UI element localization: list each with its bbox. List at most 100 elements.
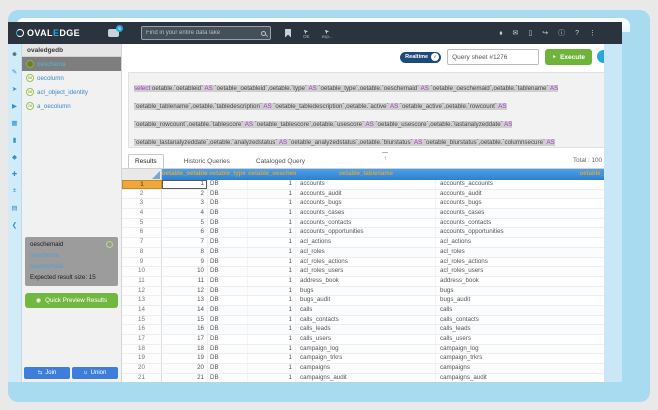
row-number[interactable]: 21 [122, 374, 162, 382]
splitter-control[interactable]: —↑ [382, 150, 388, 162]
table-row[interactable]: 1414DB1callscalls [122, 306, 622, 316]
cell[interactable]: bugs [436, 287, 622, 296]
query-sheet-name-input[interactable] [447, 49, 539, 65]
cell[interactable]: calls_contacts [296, 316, 436, 325]
cell[interactable]: DB [208, 238, 248, 247]
cell[interactable]: 12 [162, 287, 208, 296]
cell[interactable]: campaign_trkrs [296, 354, 436, 363]
join-button[interactable]: ⇆ Join [24, 367, 70, 379]
cell[interactable]: acl_roles [436, 248, 622, 257]
table-row[interactable]: 77DB1acl_actionsacl_actions [122, 238, 622, 248]
plus-icon[interactable]: ✚ [8, 165, 21, 182]
cell[interactable]: DB [208, 277, 248, 286]
table-row[interactable]: 2121DB1campaigns_auditcampaigns_audit [122, 374, 622, 382]
cell[interactable]: DB [208, 345, 248, 354]
bookmark-icon[interactable] [285, 29, 291, 38]
cell[interactable]: acl_actions [436, 238, 622, 247]
row-number[interactable]: 5 [122, 219, 162, 228]
column-header-oetable_oetableid[interactable]: oetable_oetableid [162, 169, 208, 180]
row-number[interactable]: 9 [122, 258, 162, 267]
cell[interactable]: calls_leads [296, 325, 436, 334]
cell[interactable]: calls_users [296, 335, 436, 344]
cell[interactable]: accounts_opportunities [436, 228, 622, 237]
row-number[interactable]: 10 [122, 267, 162, 276]
row-number[interactable]: 7 [122, 238, 162, 247]
table-row[interactable]: 66DB1accounts_opportunitiesaccounts_oppo… [122, 228, 622, 238]
sql-editor[interactable]: select oetable.`oetableid` AS `oetable_o… [128, 72, 616, 148]
cell[interactable]: DB [208, 325, 248, 334]
cell[interactable]: DB [208, 190, 248, 199]
table-row[interactable]: 2020DB1campaignscampaigns [122, 364, 622, 374]
cell[interactable]: 6 [162, 228, 208, 237]
table-row[interactable]: 1616DB1calls_leadscalls_leads [122, 325, 622, 335]
table-row[interactable]: 1212DB1bugsbugs [122, 287, 622, 297]
cell[interactable]: 14 [162, 306, 208, 315]
table-row[interactable]: 99DB1acl_roles_actionsacl_roles_actions [122, 258, 622, 268]
row-number[interactable]: 16 [122, 325, 162, 334]
schema-item-a_oecolumn[interactable]: 26a_oecolumn [22, 99, 121, 113]
table-row[interactable]: 1818DB1campaign_logcampaign_log [122, 345, 622, 355]
cell[interactable]: calls_contacts [436, 316, 622, 325]
cell[interactable]: 7 [162, 238, 208, 247]
table-row[interactable]: 11DB1accountsaccounts_accounts [122, 180, 622, 190]
cell[interactable]: 1 [248, 228, 296, 237]
cell[interactable]: campaign_log [436, 345, 622, 354]
cell[interactable]: DB [208, 335, 248, 344]
tooltip-link[interactable]: oeschemaid [30, 263, 113, 270]
row-number[interactable]: 17 [122, 335, 162, 344]
cell[interactable]: accounts_cases [436, 209, 622, 218]
cell[interactable]: accounts_accounts [436, 180, 622, 189]
cell[interactable]: 1 [248, 267, 296, 276]
table-row[interactable]: 88DB1acl_rolesacl_roles [122, 248, 622, 258]
cell[interactable]: DB [208, 219, 248, 228]
column-header-oetable_type[interactable]: oetable_type [208, 169, 248, 180]
row-number[interactable]: 18 [122, 345, 162, 354]
execute-button[interactable]: ► Execute [545, 49, 592, 65]
tab-results[interactable]: Results [128, 154, 164, 168]
table-row[interactable]: 1515DB1calls_contactscalls_contacts [122, 316, 622, 326]
cell[interactable]: campaigns [436, 364, 622, 373]
column-header-oetable_oeschemaid[interactable]: oetable_oeschemaid [248, 169, 296, 180]
cell[interactable]: 1 [248, 219, 296, 228]
cell[interactable]: acl_roles [296, 248, 436, 257]
list-icon[interactable]: ▤ [8, 199, 21, 216]
row-number[interactable]: 12 [122, 287, 162, 296]
info-icon[interactable]: ⓘ [558, 30, 565, 37]
cell[interactable]: 1 [248, 248, 296, 257]
cell[interactable]: DB [208, 267, 248, 276]
global-search[interactable] [141, 26, 271, 40]
tooltip-link[interactable]: oeschema [30, 252, 113, 259]
cell[interactable]: 10 [162, 267, 208, 276]
cell[interactable]: acl_roles_actions [436, 258, 622, 267]
table-row[interactable]: 33DB1accounts_bugsaccounts_bugs [122, 199, 622, 209]
plusminus-icon[interactable]: ± [8, 182, 21, 199]
cell[interactable]: DB [208, 364, 248, 373]
cell[interactable]: DB [208, 306, 248, 315]
cell[interactable]: 1 [248, 180, 296, 189]
cell[interactable]: 1 [248, 374, 296, 382]
cell[interactable]: 17 [162, 335, 208, 344]
row-number[interactable]: 13 [122, 296, 162, 305]
phone-icon[interactable]: ▯ [528, 30, 532, 37]
row-number[interactable]: 19 [122, 354, 162, 363]
schema-item-oecolumn[interactable]: 58oecolumn [22, 71, 121, 85]
schema-item-oeschema[interactable]: oeschema [22, 57, 121, 71]
cell[interactable]: 1 [248, 296, 296, 305]
bar-icon[interactable]: ▮ [8, 131, 21, 148]
cell[interactable]: 1 [248, 354, 296, 363]
mail-icon[interactable]: ✉ [512, 30, 518, 37]
row-number[interactable]: 11 [122, 277, 162, 286]
cell[interactable]: DB [208, 354, 248, 363]
shortcut-exp[interactable]: ➤ exp... [322, 28, 333, 39]
cell[interactable]: DB [208, 248, 248, 257]
row-number[interactable]: 1 [122, 180, 162, 189]
column-header-oetable_table[interactable]: oetable_table [436, 169, 622, 180]
cell[interactable]: calls [296, 306, 436, 315]
cell[interactable]: 15 [162, 316, 208, 325]
cell[interactable]: acl_roles_users [296, 267, 436, 276]
cell[interactable]: 1 [248, 325, 296, 334]
cell[interactable]: accounts [296, 180, 436, 189]
pointer-icon[interactable]: ➤ [8, 80, 21, 97]
cell[interactable]: 1 [248, 209, 296, 218]
cell[interactable]: 1 [248, 364, 296, 373]
